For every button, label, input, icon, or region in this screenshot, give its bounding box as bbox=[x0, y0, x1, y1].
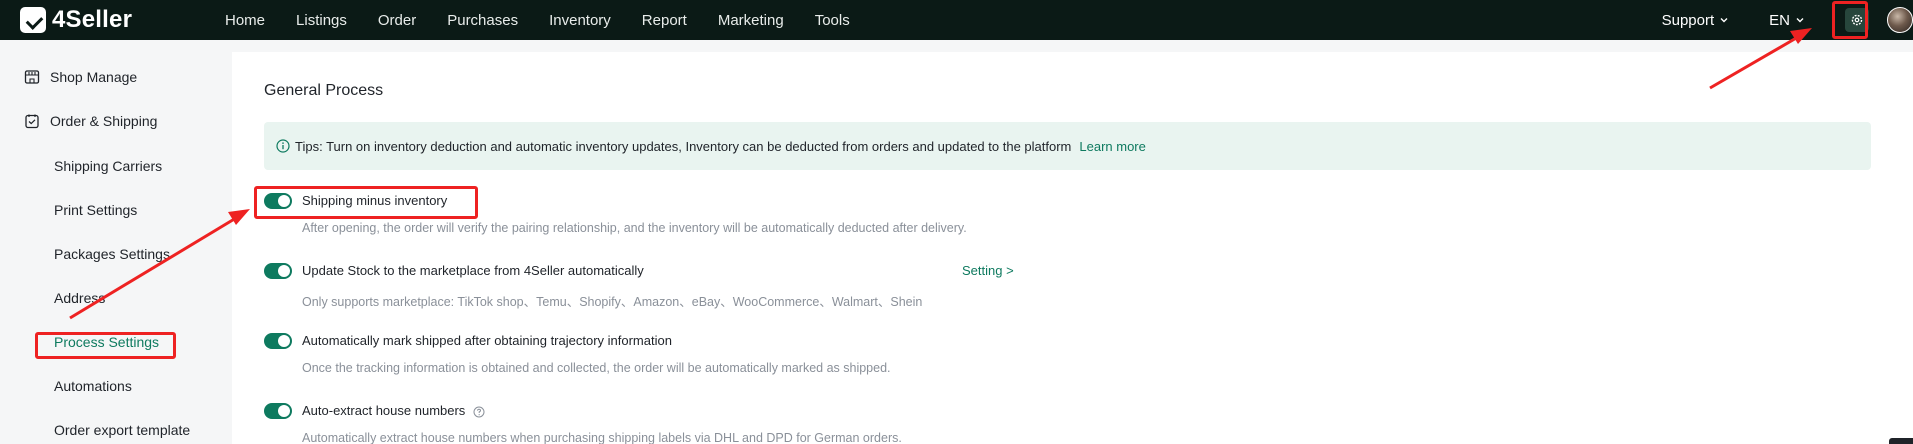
option-label: Automatically mark shipped after obtaini… bbox=[302, 333, 672, 348]
page-title: General Process bbox=[264, 82, 384, 99]
brand-name: 4Seller bbox=[52, 6, 133, 33]
sidebar-item-automations[interactable]: Automations bbox=[54, 378, 132, 394]
help-icon[interactable] bbox=[473, 406, 485, 418]
logo-bag-icon bbox=[20, 7, 46, 33]
option-description: After opening, the order will verify the… bbox=[302, 221, 967, 235]
sidebar-item-address[interactable]: Address bbox=[54, 290, 105, 306]
corner-scroll-handle[interactable] bbox=[1889, 438, 1913, 444]
option-description: Once the tracking information is obtaine… bbox=[302, 361, 891, 375]
sidebar-item-process-settings[interactable]: Process Settings bbox=[54, 334, 159, 350]
sidebar-item-order-export-template[interactable]: Order export template bbox=[54, 422, 190, 438]
support-label: Support bbox=[1661, 11, 1715, 29]
learn-more-link[interactable]: Learn more bbox=[1079, 139, 1145, 154]
sidebar-item-packages-settings[interactable]: Packages Settings bbox=[54, 246, 170, 262]
nav-item-tools[interactable]: Tools bbox=[815, 12, 850, 29]
settings-button[interactable] bbox=[1839, 0, 1875, 40]
nav-item-listings[interactable]: Listings bbox=[296, 12, 347, 29]
sidebar-group-label: Order & Shipping bbox=[50, 113, 158, 129]
shop-icon bbox=[24, 70, 40, 84]
nav-item-report[interactable]: Report bbox=[642, 12, 687, 29]
shipping-minus-inventory-toggle[interactable] bbox=[264, 193, 292, 209]
top-right-controls: Support EN bbox=[1662, 0, 1913, 40]
sidebar-group-label: Shop Manage bbox=[50, 69, 138, 85]
main-nav: Home Listings Order Purchases Inventory … bbox=[225, 12, 881, 29]
option-description: Automatically extract house numbers when… bbox=[302, 431, 902, 444]
nav-item-purchases[interactable]: Purchases bbox=[447, 12, 518, 29]
process-settings-panel: General Process Tips: Turn on inventory … bbox=[232, 52, 1913, 444]
nav-item-home[interactable]: Home bbox=[225, 12, 265, 29]
nav-item-order[interactable]: Order bbox=[378, 12, 416, 29]
language-menu[interactable]: EN bbox=[1769, 12, 1805, 29]
auto-extract-house-numbers-toggle[interactable] bbox=[264, 403, 292, 419]
sidebar-item-print-settings[interactable]: Print Settings bbox=[54, 202, 137, 218]
top-nav-bar: 4Seller Home Listings Order Purchases In… bbox=[0, 0, 1913, 40]
settings-button-bg bbox=[1845, 8, 1869, 32]
nav-item-marketing[interactable]: Marketing bbox=[718, 12, 784, 29]
option-label: Auto-extract house numbers bbox=[302, 403, 466, 418]
auto-mark-shipped-toggle[interactable] bbox=[264, 333, 292, 349]
update-stock-setting-link[interactable]: Setting > bbox=[962, 263, 1014, 279]
tips-banner: Tips: Turn on inventory deduction and au… bbox=[264, 122, 1871, 170]
order-icon bbox=[25, 114, 39, 129]
info-icon bbox=[276, 139, 290, 153]
support-menu[interactable]: Support bbox=[1662, 12, 1730, 29]
sidebar-group-shop-manage[interactable]: Shop Manage bbox=[24, 69, 137, 85]
chevron-down-icon bbox=[1720, 18, 1728, 23]
sidebar-item-shipping-carriers[interactable]: Shipping Carriers bbox=[54, 158, 162, 174]
language-label: EN bbox=[1769, 11, 1790, 29]
update-stock-toggle[interactable] bbox=[264, 263, 292, 279]
sidebar-group-order-shipping[interactable]: Order & Shipping bbox=[24, 113, 157, 129]
user-avatar[interactable] bbox=[1887, 7, 1913, 33]
gear-icon bbox=[1851, 14, 1863, 26]
option-label-wrap: Auto-extract house numbers bbox=[302, 403, 485, 419]
settings-sidebar: Shop Manage Order & Shipping Shipping Ca… bbox=[0, 40, 220, 444]
option-label: Update Stock to the marketplace from 4Se… bbox=[302, 263, 644, 278]
option-description: Only supports marketplace: TikTok shop、T… bbox=[302, 295, 923, 309]
nav-item-inventory[interactable]: Inventory bbox=[549, 12, 611, 29]
chevron-down-icon bbox=[1796, 18, 1804, 23]
tips-text: Tips: Turn on inventory deduction and au… bbox=[295, 138, 1072, 154]
option-label: Shipping minus inventory bbox=[302, 193, 448, 208]
brand-logo[interactable]: 4Seller bbox=[20, 6, 210, 34]
